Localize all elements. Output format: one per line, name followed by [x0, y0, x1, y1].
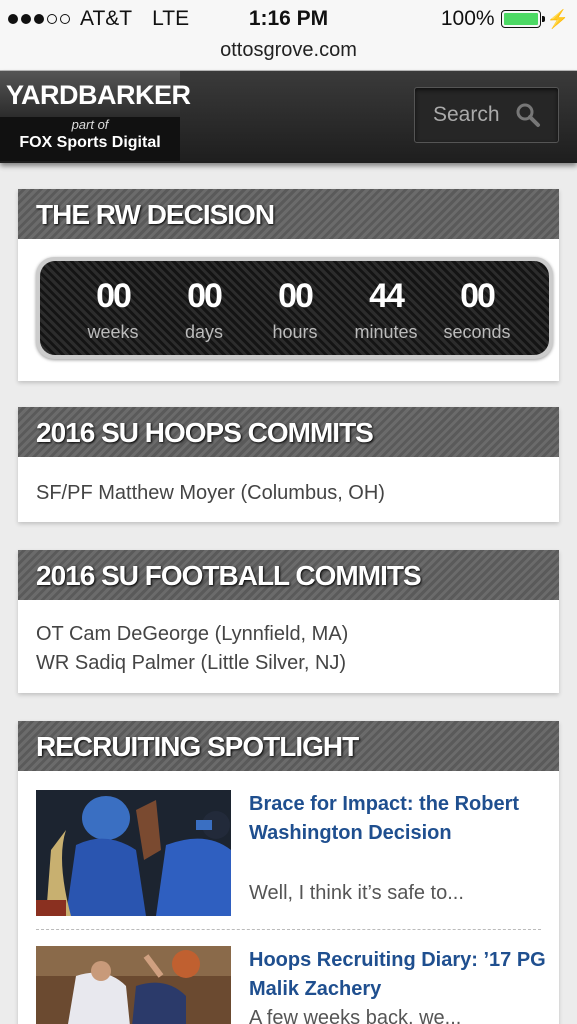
- commit-item: WR Sadiq Palmer (Little Silver, NJ): [36, 652, 347, 674]
- countdown-hours: 00 hours: [272, 277, 318, 342]
- search-input[interactable]: Search: [414, 87, 559, 143]
- battery-percent: 100%: [440, 7, 495, 30]
- widget-title: THE RW DECISION: [18, 189, 559, 239]
- widget-title: 2016 SU HOOPS COMMITS: [18, 407, 559, 457]
- address-bar[interactable]: ottosgrove.com: [0, 38, 577, 71]
- countdown-minutes: 44 minutes: [354, 277, 418, 342]
- article-title-link[interactable]: Hoops Recruiting Diary: ’17 PG Malik Zac…: [249, 946, 549, 1004]
- url-text: ottosgrove.com: [220, 39, 357, 61]
- countdown-weeks: 00 weeks: [87, 277, 139, 342]
- countdown-seconds: 00 seconds: [443, 277, 511, 342]
- article-thumbnail-image[interactable]: [36, 946, 231, 1024]
- recruiting-spotlight-widget: RECRUITING SPOTLIGHT Brace for Impact: t…: [18, 721, 559, 1024]
- logo-main-text: YARDBARKER: [0, 71, 191, 117]
- countdown-days: 00 days: [184, 277, 224, 342]
- football-commits-widget: 2016 SU FOOTBALL COMMITS OT Cam DeGeorge…: [18, 550, 559, 693]
- battery-icon: [500, 10, 545, 28]
- yardbarker-logo[interactable]: YARDBARKER part of FOX Sports Digital: [0, 71, 191, 161]
- widget-title: RECRUITING SPOTLIGHT: [18, 721, 559, 771]
- widget-title: 2016 SU FOOTBALL COMMITS: [18, 550, 559, 600]
- logo-fox-text: FOX Sports Digital: [19, 134, 161, 151]
- article-excerpt: Well, I think it’s safe to...: [249, 882, 464, 904]
- charging-bolt-icon: ⚡: [546, 8, 569, 29]
- status-bar: AT&T LTE 1:16 PM 100% ⚡: [0, 0, 577, 38]
- rw-decision-widget: THE RW DECISION 00 weeks 00 days 00 hour…: [18, 189, 559, 381]
- article-title-link[interactable]: Brace for Impact: the Robert Washington …: [249, 790, 549, 848]
- logo-partof-text: part of: [71, 117, 109, 132]
- commit-item: SF/PF Matthew Moyer (Columbus, OH): [36, 482, 385, 504]
- site-header: YARDBARKER part of FOX Sports Digital Se…: [0, 71, 577, 163]
- divider: [36, 929, 541, 930]
- search-icon[interactable]: [515, 102, 541, 128]
- commit-item: OT Cam DeGeorge (Lynnfield, MA): [36, 623, 349, 645]
- countdown-timer: 00 weeks 00 days 00 hours 44 minutes 00 …: [36, 257, 553, 359]
- hoops-commits-widget: 2016 SU HOOPS COMMITS SF/PF Matthew Moye…: [18, 407, 559, 522]
- article-thumbnail-image[interactable]: [36, 790, 231, 916]
- search-placeholder: Search: [433, 103, 500, 126]
- article-excerpt: A few weeks back, we...: [249, 1007, 462, 1024]
